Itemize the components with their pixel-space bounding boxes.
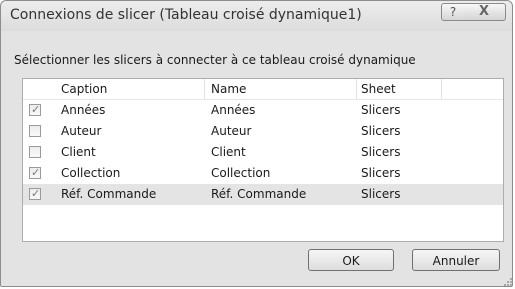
- cell-caption: Auteur: [61, 124, 102, 138]
- help-button[interactable]: ?: [441, 3, 465, 21]
- checkmark-icon: ✓: [31, 187, 41, 200]
- row-checkbox[interactable]: ✓: [29, 166, 41, 179]
- cell-name: Collection: [211, 166, 271, 180]
- cell-sheet: Slicers: [361, 166, 401, 180]
- column-header-name[interactable]: Name: [211, 82, 246, 96]
- cell-sheet: Slicers: [361, 187, 401, 201]
- row-checkbox[interactable]: ✓: [29, 103, 41, 116]
- help-icon: ?: [449, 5, 457, 19]
- cancel-button[interactable]: Annuler: [412, 249, 500, 271]
- close-icon: X: [478, 4, 490, 19]
- resize-grip-icon[interactable]: [503, 277, 513, 287]
- table-row[interactable]: Client Client Slicers: [23, 142, 503, 163]
- checkmark-icon: ✓: [31, 166, 41, 179]
- dialog-title: Connexions de slicer (Tableau croisé dyn…: [10, 7, 362, 23]
- table-row[interactable]: ✓ Collection Collection Slicers: [23, 163, 503, 184]
- row-checkbox[interactable]: [29, 146, 41, 158]
- table-row[interactable]: ✓ Années Années Slicers: [23, 100, 503, 121]
- cell-caption: Années: [61, 103, 106, 117]
- cell-sheet: Slicers: [361, 103, 401, 117]
- cell-caption: Collection: [61, 166, 121, 180]
- column-separator[interactable]: [356, 79, 357, 99]
- cell-name: Client: [211, 145, 246, 159]
- cell-caption: Réf. Commande: [61, 187, 157, 201]
- cell-name: Auteur: [211, 124, 252, 138]
- instruction-text: Sélectionner les slicers à connecter à c…: [14, 53, 416, 67]
- checkmark-icon: ✓: [31, 103, 41, 116]
- column-separator[interactable]: [441, 79, 442, 99]
- cell-sheet: Slicers: [361, 124, 401, 138]
- ok-button[interactable]: OK: [308, 249, 394, 271]
- slicer-list[interactable]: Caption Name Sheet ✓ Années Années Slice…: [22, 78, 504, 242]
- cell-sheet: Slicers: [361, 145, 401, 159]
- table-row[interactable]: Auteur Auteur Slicers: [23, 121, 503, 142]
- list-header: Caption Name Sheet: [23, 79, 503, 100]
- cell-name: Réf. Commande: [211, 187, 307, 201]
- close-button[interactable]: X: [463, 3, 506, 21]
- row-checkbox[interactable]: ✓: [29, 187, 41, 200]
- table-row-selected[interactable]: ✓ Réf. Commande Réf. Commande Slicers: [23, 184, 503, 205]
- column-header-sheet[interactable]: Sheet: [361, 82, 396, 96]
- cell-caption: Client: [61, 145, 96, 159]
- column-separator[interactable]: [204, 79, 205, 99]
- row-checkbox[interactable]: [29, 125, 41, 137]
- cell-name: Années: [211, 103, 256, 117]
- column-header-caption[interactable]: Caption: [61, 82, 107, 96]
- title-bar: Connexions de slicer (Tableau croisé dyn…: [1, 1, 512, 31]
